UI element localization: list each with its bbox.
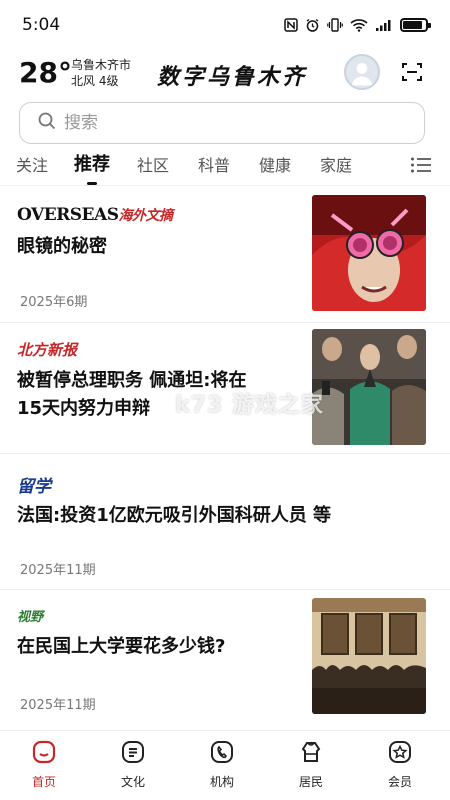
article-thumbnail xyxy=(312,195,426,311)
tab-recommend[interactable]: 推荐 xyxy=(74,150,110,176)
alarm-icon xyxy=(305,17,320,33)
people-icon xyxy=(301,742,321,762)
tab-science[interactable]: 科普 xyxy=(198,152,230,176)
home-icon xyxy=(32,740,56,764)
nav-label: 会员 xyxy=(387,775,412,789)
nav-member[interactable]: 会员 xyxy=(370,739,430,790)
weather-info[interactable]: 乌鲁木齐市 北风 4级 xyxy=(71,57,131,89)
article-title: 在民国上大学要花多少钱? xyxy=(17,636,226,657)
news-feed: OVERSEAS海外文摘 眼镜的秘密 2025年6期 北方新报 被暂停总理职务 … xyxy=(0,187,450,730)
status-icons xyxy=(284,17,431,33)
temperature: 28° xyxy=(19,56,72,89)
article-title: 法国:投资1亿欧元吸引外国科研人员 等 xyxy=(17,505,331,526)
vibrate-icon xyxy=(327,17,343,33)
source-name: OVERSEAS海外文摘 xyxy=(17,205,173,225)
bottom-nav: 首页 文化 机构 居民 会员 xyxy=(0,730,450,800)
scan-icon[interactable] xyxy=(400,60,424,84)
status-time: 5:04 xyxy=(22,15,61,35)
tab-community[interactable]: 社区 xyxy=(137,152,169,176)
list-item[interactable]: 视野 在民国上大学要花多少钱? 2025年11期 xyxy=(0,590,450,730)
article-title: 眼镜的秘密 xyxy=(17,236,107,257)
status-bar: 5:04 xyxy=(0,0,450,50)
watermark-text: k73 游戏之家 xyxy=(175,393,324,418)
nav-home[interactable]: 首页 xyxy=(14,739,74,790)
nav-culture[interactable]: 文化 xyxy=(103,739,163,790)
city-name: 乌鲁木齐市 xyxy=(71,58,132,72)
nfc-icon xyxy=(284,17,298,33)
tab-family[interactable]: 家庭 xyxy=(320,152,352,176)
nav-institution[interactable]: 机构 xyxy=(192,739,252,790)
article-title-line2: 15天内努力申辩 xyxy=(17,398,151,419)
tab-follow[interactable]: 关注 xyxy=(16,152,48,176)
tab-health[interactable]: 健康 xyxy=(259,152,291,176)
tab-menu-icon[interactable] xyxy=(410,156,432,174)
document-list-icon xyxy=(122,741,144,763)
nav-residents[interactable]: 居民 xyxy=(281,739,341,790)
category-tabs: 关注 推荐 社区 科普 健康 家庭 xyxy=(0,148,450,186)
user-avatar[interactable] xyxy=(344,54,380,90)
source-name: 视野 xyxy=(17,610,44,625)
search-icon xyxy=(38,112,56,134)
article-thumbnail xyxy=(312,329,426,445)
issue-label: 2025年11期 xyxy=(20,563,96,578)
issue-label: 2025年11期 xyxy=(20,698,96,713)
member-badge-icon xyxy=(389,741,411,763)
list-item[interactable]: 留学 法国:投资1亿欧元吸引外国科研人员 等 2025年11期 xyxy=(0,454,450,589)
source-label: OVERSEAS海外文摘 xyxy=(17,205,173,225)
nav-label: 居民 xyxy=(298,775,323,789)
source-name: 北方新报 xyxy=(17,341,78,359)
wifi-icon xyxy=(350,17,368,33)
signal-icon xyxy=(375,17,393,33)
article-thumbnail xyxy=(312,598,426,714)
phone-icon xyxy=(211,741,233,763)
list-item[interactable]: OVERSEAS海外文摘 眼镜的秘密 2025年6期 xyxy=(0,187,450,322)
search-bar[interactable] xyxy=(19,102,425,144)
app-logo: 数字乌鲁木齐 xyxy=(157,64,308,90)
battery-icon xyxy=(400,18,431,32)
wind-info: 北风 4级 xyxy=(71,74,119,88)
source-name: 留学 xyxy=(17,477,51,497)
nav-label: 文化 xyxy=(120,775,145,789)
nav-label: 机构 xyxy=(209,775,234,789)
search-input[interactable] xyxy=(64,113,364,133)
header: 28° 乌鲁木齐市 北风 4级 数字乌鲁木齐 xyxy=(0,50,450,96)
nav-label: 首页 xyxy=(31,775,56,789)
active-tab-indicator xyxy=(87,182,97,185)
issue-label: 2025年6期 xyxy=(20,295,88,310)
